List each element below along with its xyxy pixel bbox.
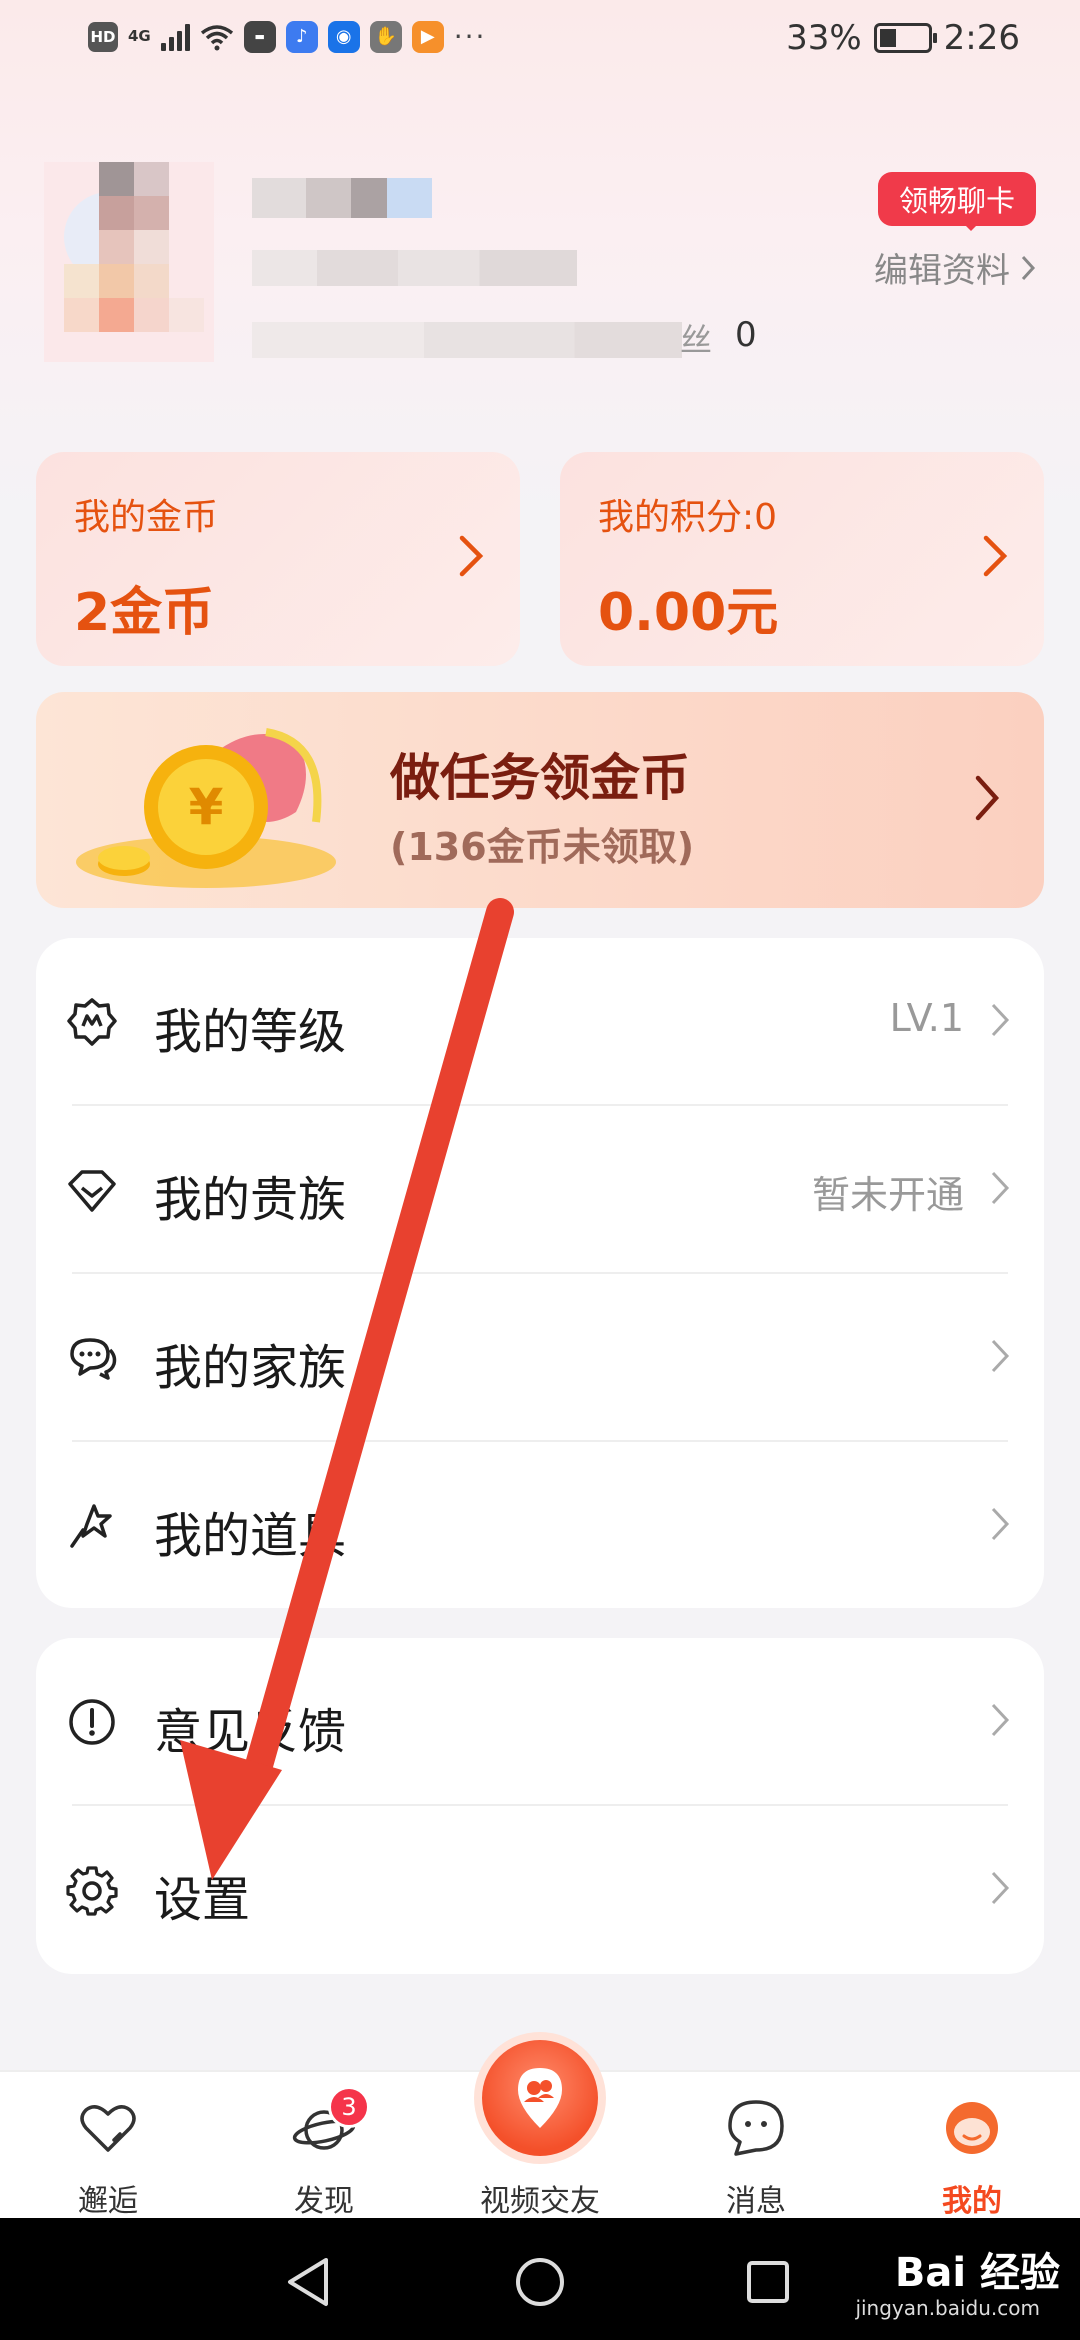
chevron-right-icon xyxy=(991,1871,1010,1905)
gear-icon xyxy=(66,1866,118,1916)
music-app-icon: ♪ xyxy=(285,20,318,53)
nav-label: 视频交友 xyxy=(480,2184,600,2219)
menu-item-feedback[interactable]: 意见反馈 xyxy=(36,1638,1044,1806)
nav-tab-messages[interactable]: 消息 xyxy=(648,2072,864,2220)
chat-bubble-icon xyxy=(728,2100,784,2156)
menu-label: 我的等级 xyxy=(154,1004,347,1060)
more-notifications: ··· xyxy=(453,20,487,53)
chevron-right-icon xyxy=(991,1339,1010,1373)
wifi-icon xyxy=(200,24,233,50)
video-friends-button[interactable] xyxy=(482,2040,598,2156)
chevron-right-icon xyxy=(991,1171,1010,1205)
coins-value: 2金币 xyxy=(74,583,215,643)
discover-badge: 3 xyxy=(328,2086,370,2128)
task-banner[interactable]: ¥ 做任务领金币 (136金币未领取) xyxy=(36,692,1044,908)
chevron-right-icon xyxy=(983,535,1008,577)
task-title: 做任务领金币 xyxy=(390,749,690,807)
heart-icon xyxy=(80,2105,136,2152)
chevron-right-icon xyxy=(991,1703,1010,1737)
edit-profile-link[interactable]: 编辑资料 xyxy=(874,243,1036,292)
level-value: LV.1 xyxy=(889,996,964,1040)
nav-label: 我的 xyxy=(942,2184,1002,2219)
nav-tab-discover[interactable]: 3 发现 xyxy=(216,2072,432,2220)
username-blurred xyxy=(252,178,432,218)
nav-tab-encounter[interactable]: 邂逅 xyxy=(0,2072,216,2220)
hand-app-icon: ✋ xyxy=(369,20,402,53)
nav-label: 消息 xyxy=(726,2184,786,2219)
menu-item-props[interactable]: 我的道具 xyxy=(36,1442,1044,1610)
chat-group-icon xyxy=(70,1338,117,1380)
back-icon[interactable] xyxy=(284,2256,332,2308)
gold-coin-illustration: ¥ xyxy=(76,728,336,888)
clock: 2:26 xyxy=(943,18,1020,58)
edit-profile-label: 编辑资料 xyxy=(874,251,1010,291)
noble-value: 暂未开通 xyxy=(811,1173,964,1217)
menu-item-settings[interactable]: 设置 xyxy=(36,1806,1044,1974)
status-icons-left: HD 4G ▬ ♪ ◉ ✋ ▶ ··· xyxy=(88,20,486,53)
watermark-url: jingyan.baidu.com xyxy=(855,2296,1040,2320)
menu-label: 我的道具 xyxy=(154,1508,347,1564)
video-friends-icon xyxy=(518,2068,562,2128)
menu-label: 设置 xyxy=(154,1872,251,1928)
user-id-blurred xyxy=(252,250,577,286)
chevron-right-icon xyxy=(975,775,1000,821)
chevron-right-icon xyxy=(991,1507,1010,1541)
menu-item-family[interactable]: 我的家族 xyxy=(36,1274,1044,1442)
menu-label: 我的贵族 xyxy=(154,1172,347,1228)
home-icon[interactable] xyxy=(514,2256,566,2308)
fans-label: 丝 xyxy=(680,321,713,359)
menu-label: 我的家族 xyxy=(154,1340,347,1396)
chevron-right-icon xyxy=(1021,255,1036,280)
task-subtitle: (136金币未领取) xyxy=(390,825,695,869)
recents-icon[interactable] xyxy=(746,2260,790,2304)
profile-icon xyxy=(946,2102,998,2154)
network-type: 4G xyxy=(128,27,151,45)
hd-indicator: HD xyxy=(88,21,118,52)
menu-panel-other: 意见反馈 设置 xyxy=(36,1638,1044,1974)
points-value: 0.00元 xyxy=(598,583,779,643)
signal-icon xyxy=(160,23,190,51)
bulb-app-icon: ◉ xyxy=(327,20,360,53)
exclamation-circle-icon xyxy=(69,1699,115,1745)
avatar[interactable] xyxy=(44,162,214,362)
level-badge-icon xyxy=(67,998,117,1046)
coins-label: 我的金币 xyxy=(74,497,219,538)
fans-count: 0 xyxy=(735,315,757,355)
menu-item-noble[interactable]: 我的贵族 暂未开通 xyxy=(36,1106,1044,1274)
battery-icon xyxy=(873,23,937,53)
magic-wand-icon xyxy=(70,1504,112,1548)
menu-panel-main: 我的等级 LV.1 我的贵族 暂未开通 我的家族 我的道具 xyxy=(36,938,1044,1608)
watermark-brand: Bai 经验 xyxy=(894,2250,1060,2296)
menu-item-level[interactable]: 我的等级 LV.1 xyxy=(36,938,1044,1106)
chat-card-badge[interactable]: 领畅聊卡 xyxy=(878,172,1036,231)
points-label: 我的积分:0 xyxy=(598,497,778,538)
chevron-right-icon xyxy=(991,1003,1010,1037)
svg-text:¥: ¥ xyxy=(189,778,224,836)
stats-blurred xyxy=(252,322,682,358)
points-card[interactable]: 我的积分:0 0.00元 xyxy=(560,452,1044,666)
nav-label: 邂逅 xyxy=(78,2184,138,2219)
huawei-app-icon: ▬ xyxy=(243,20,276,53)
coins-card[interactable]: 我的金币 2金币 xyxy=(36,452,520,666)
nav-tab-me[interactable]: 我的 xyxy=(864,2072,1080,2220)
battery-percent: 33% xyxy=(786,18,862,58)
nav-label: 发现 xyxy=(294,2184,354,2219)
menu-label: 意见反馈 xyxy=(154,1704,347,1760)
play-app-icon: ▶ xyxy=(411,20,444,53)
chevron-right-icon xyxy=(459,535,484,577)
status-icons-right: 33% 2:26 xyxy=(786,18,1020,58)
status-bar: HD 4G ▬ ♪ ◉ ✋ ▶ ··· 33% 2:26 xyxy=(0,0,1080,80)
diamond-icon xyxy=(68,1170,116,1212)
